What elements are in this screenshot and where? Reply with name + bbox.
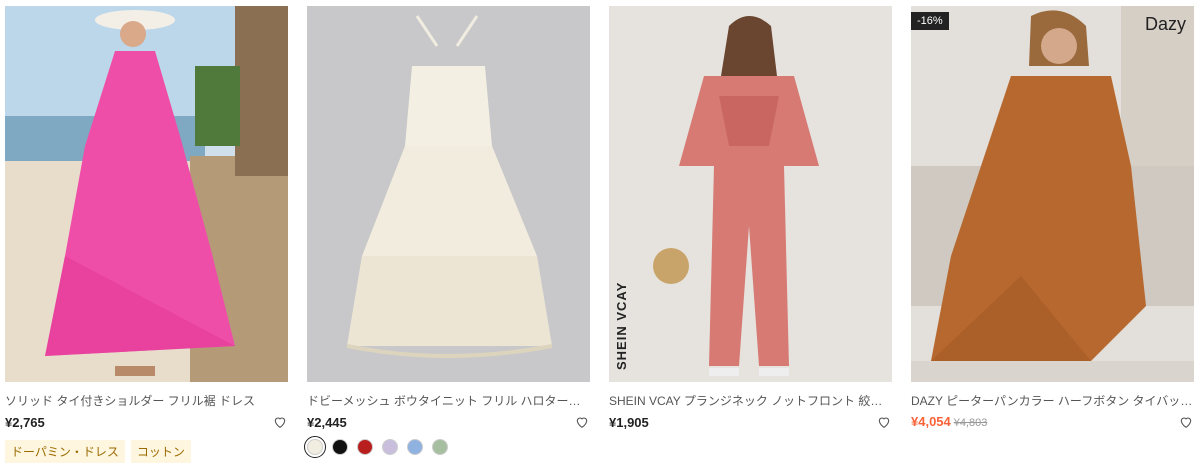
product-price: ¥1,905 xyxy=(609,414,649,430)
product-photo-pink-dress xyxy=(5,6,288,382)
product-photo-tie-dye-jumpsuit xyxy=(609,6,892,382)
color-swatch[interactable] xyxy=(382,439,398,455)
heart-outline-icon[interactable] xyxy=(272,414,288,430)
product-grid: ソリッド タイ付きショルダー フリル裾 ドレス ¥2,765 ドーパミン・ドレス… xyxy=(0,0,1200,463)
heart-outline-icon[interactable] xyxy=(876,414,892,430)
discount-badge: -16% xyxy=(911,12,949,30)
brand-logo: Dazy xyxy=(1144,14,1186,34)
product-price: ¥2,765 xyxy=(5,414,45,430)
color-swatch[interactable] xyxy=(357,439,373,455)
color-swatch[interactable] xyxy=(432,439,448,455)
product-tag[interactable]: ドーパミン・ドレス xyxy=(5,440,125,463)
product-tags: ドーパミン・ドレス コットン xyxy=(5,440,288,463)
product-title[interactable]: ドビーメッシュ ボウタイニット フリル ハロタードレス xyxy=(307,392,590,409)
product-card[interactable]: ソリッド タイ付きショルダー フリル裾 ドレス ¥2,765 ドーパミン・ドレス… xyxy=(5,0,288,463)
heart-outline-icon[interactable] xyxy=(574,414,590,430)
color-swatch[interactable] xyxy=(407,439,423,455)
heart-outline-icon[interactable] xyxy=(1178,414,1194,430)
product-image[interactable] xyxy=(307,6,590,382)
product-title[interactable]: DAZY ピーターパンカラー ハーフボタン タイバック ドレス xyxy=(911,392,1194,409)
brand-logo: SHEIN VCAY xyxy=(614,281,629,370)
product-tag[interactable]: コットン xyxy=(130,440,191,463)
product-title[interactable]: SHEIN VCAY プランジネック ノットフロント 絞り染め ジャンプスーツ xyxy=(609,392,892,409)
product-price: ¥4,054 xyxy=(911,414,951,429)
product-photo-brown-dress xyxy=(911,6,1194,382)
product-price: ¥2,445 xyxy=(307,414,347,430)
color-swatches xyxy=(304,436,590,458)
product-title[interactable]: ソリッド タイ付きショルダー フリル裾 ドレス xyxy=(5,392,288,409)
product-photo-white-dress xyxy=(307,6,590,382)
product-image[interactable] xyxy=(5,6,288,382)
product-image[interactable]: SHEIN VCAY xyxy=(609,6,892,382)
color-swatch[interactable] xyxy=(304,436,326,458)
product-image[interactable]: -16% Dazy xyxy=(911,6,1194,382)
product-card[interactable]: SHEIN VCAY SHEIN VCAY プランジネック ノットフロント 絞り… xyxy=(609,0,892,430)
product-card[interactable]: -16% Dazy DAZY ピーターパンカラー ハーフボタン タイバック ドレ… xyxy=(911,0,1194,430)
color-swatch[interactable] xyxy=(332,439,348,455)
product-card[interactable]: ドビーメッシュ ボウタイニット フリル ハロタードレス ¥2,445 xyxy=(304,0,590,458)
original-price: ¥4,803 xyxy=(953,417,988,429)
